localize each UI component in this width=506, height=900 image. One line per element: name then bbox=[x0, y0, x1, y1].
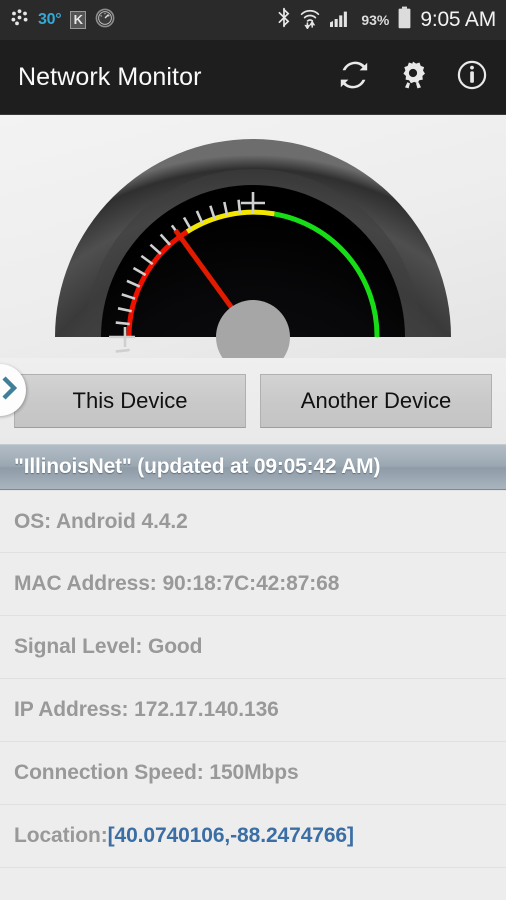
action-bar-buttons bbox=[338, 60, 488, 95]
network-header-text: "IllinoisNet" (updated at 09:05:42 AM) bbox=[14, 455, 381, 478]
detail-row-os[interactable]: OS: Android 4.4.2 bbox=[0, 490, 506, 553]
weather-temperature: 30° bbox=[38, 11, 62, 28]
signal-speed-gauge bbox=[51, 115, 455, 358]
detail-row-label: Connection Speed: 150Mbps bbox=[14, 761, 299, 784]
detail-row-label: OS: Android 4.4.2 bbox=[14, 509, 188, 533]
device-selector-row: This Device Another Device bbox=[0, 358, 506, 444]
refresh-icon bbox=[339, 60, 369, 95]
system-status-bar: 30° K 93% 9:05 AM bbox=[0, 0, 506, 40]
gear-icon bbox=[398, 60, 428, 95]
gauge-panel bbox=[0, 115, 506, 358]
refresh-button[interactable] bbox=[338, 61, 370, 93]
list-empty-tail bbox=[0, 868, 506, 900]
detail-row-speed[interactable]: Connection Speed: 150Mbps bbox=[0, 742, 506, 805]
detail-row-label: MAC Address: 90:18:7C:42:87:68 bbox=[14, 572, 340, 595]
detail-row-signal[interactable]: Signal Level: Good bbox=[0, 616, 506, 679]
cellular-signal-icon bbox=[329, 8, 353, 33]
settings-button[interactable] bbox=[397, 61, 429, 93]
device-details-list: OS: Android 4.4.2 MAC Address: 90:18:7C:… bbox=[0, 490, 506, 900]
dots-circle-icon bbox=[10, 8, 29, 32]
info-button[interactable] bbox=[456, 60, 488, 95]
detail-row-ip[interactable]: IP Address: 172.17.140.136 bbox=[0, 679, 506, 742]
detail-row-label: Signal Level: Good bbox=[14, 635, 203, 658]
info-circle-icon bbox=[457, 60, 487, 95]
another-device-button[interactable]: Another Device bbox=[260, 374, 492, 428]
battery-percent-label: 93% bbox=[361, 12, 390, 28]
gauge-graphic bbox=[55, 139, 451, 358]
location-coordinates-link[interactable]: [40.0740106,-88.2474766] bbox=[108, 824, 354, 848]
this-device-button[interactable]: This Device bbox=[14, 374, 246, 428]
detail-row-mac[interactable]: MAC Address: 90:18:7C:42:87:68 bbox=[0, 553, 506, 616]
page-title: Network Monitor bbox=[18, 62, 202, 91]
detail-row-label: IP Address: 172.17.140.136 bbox=[14, 698, 279, 721]
wifi-transfer-icon bbox=[299, 7, 321, 34]
bluetooth-icon bbox=[277, 7, 291, 33]
keyboard-k-icon: K bbox=[70, 11, 87, 29]
battery-icon bbox=[397, 6, 412, 34]
chevron-right-icon bbox=[1, 375, 18, 406]
detail-row-label: Location: bbox=[14, 824, 108, 847]
detail-row-location[interactable]: Location: [40.0740106,-88.2474766] bbox=[0, 805, 506, 868]
status-bar-left-group: 30° K bbox=[10, 8, 115, 33]
status-bar-right-group: 93% 9:05 AM bbox=[277, 6, 496, 34]
compass-gauge-icon bbox=[95, 8, 115, 33]
app-action-bar: Network Monitor bbox=[0, 40, 506, 115]
status-bar-clock: 9:05 AM bbox=[420, 8, 496, 31]
network-monitor-app: 30° K 93% 9:05 AM Network Monitor This D… bbox=[0, 0, 506, 900]
network-header-band: "IllinoisNet" (updated at 09:05:42 AM) bbox=[0, 444, 506, 490]
